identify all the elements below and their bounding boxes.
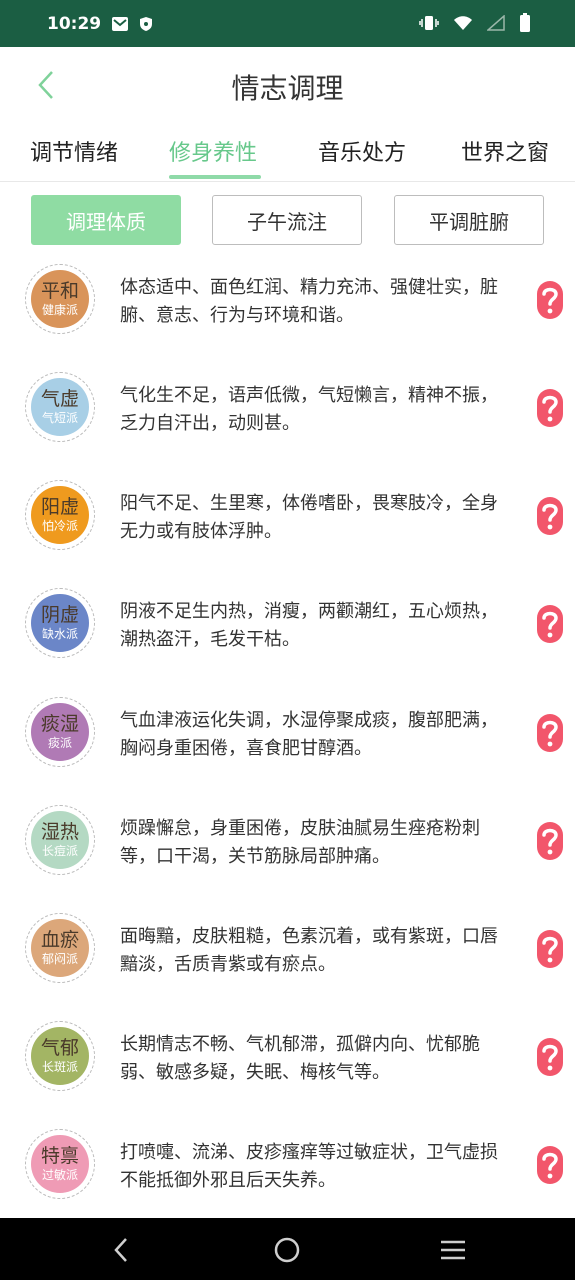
subtab-constitution[interactable]: 调理体质: [31, 195, 181, 245]
page-title: 情志调理: [231, 72, 344, 105]
constitution-badge: 痰湿 痰派: [25, 697, 95, 767]
constitution-tag: 痰派: [47, 736, 72, 750]
vibrate-icon: [419, 14, 439, 36]
constitution-description: 打喷嚏、流涕、皮疹瘙痒等过敏症状，卫气虚损不能抵御外邪且后天失养。: [120, 1142, 498, 1191]
constitution-description: 阴液不足生内热，消瘦，两颧潮红，五心烦热，潮热盗汗，毛发干枯。: [120, 601, 498, 650]
constitution-name: 湿热: [40, 821, 79, 843]
help-icon[interactable]: [536, 280, 564, 320]
active-tab-indicator: [169, 175, 261, 179]
constitution-badge-circle: 气郁 长斑派: [31, 1027, 89, 1085]
gmail-icon: [111, 16, 129, 32]
help-icon[interactable]: [536, 388, 564, 428]
help-icon[interactable]: [536, 1145, 564, 1185]
nav-home-icon: [274, 1237, 300, 1263]
constitution-name: 特禀: [40, 1145, 79, 1167]
constitution-row[interactable]: 气郁 长斑派 长期情志不畅、气机郁滞，孤僻内向、忧郁脆弱、敏感多疑，失眠、梅核气等。: [0, 1009, 575, 1117]
constitution-badge-circle: 血瘀 郁闷派: [31, 919, 89, 977]
tab-bar: 调节情绪 修身养性 音乐处方 世界之窗: [0, 125, 575, 182]
constitution-badge: 湿热 长痘派: [25, 805, 95, 875]
constitution-name: 痰湿: [40, 713, 79, 735]
tab-emotion-regulation[interactable]: 调节情绪: [30, 135, 118, 167]
constitution-badge: 阳虚 怕冷派: [25, 480, 95, 550]
constitution-name: 阴虚: [40, 604, 79, 626]
status-time: 10:29: [47, 13, 102, 34]
help-icon[interactable]: [536, 929, 564, 969]
constitution-tag: 过敏派: [41, 1168, 78, 1182]
constitution-name: 平和: [40, 280, 79, 302]
constitution-badge: 平和 健康派: [25, 264, 95, 334]
constitution-tag: 长斑派: [41, 1060, 78, 1074]
subtab-organ-balance[interactable]: 平调脏腑: [394, 195, 544, 245]
nav-home-button[interactable]: [270, 1233, 304, 1267]
status-bar: 10:29: [0, 0, 575, 47]
constitution-row[interactable]: 气虚 气短派 气化生不足，语声低微，气短懒言，精神不振，乏力自汗出，动则甚。: [0, 360, 575, 468]
help-icon[interactable]: [536, 1037, 564, 1077]
help-icon[interactable]: [536, 604, 564, 644]
wifi-icon: [453, 15, 473, 35]
nav-menu-icon: [441, 1240, 465, 1260]
constitution-row[interactable]: 平和 健康派 体态适中、面色红润、精力充沛、强健壮实，脏腑、意志、行为与环境和谐。: [0, 252, 575, 360]
battery-icon: [519, 13, 531, 37]
help-icon[interactable]: [536, 496, 564, 536]
nav-back-icon: [114, 1238, 127, 1262]
constitution-tag: 怕冷派: [41, 519, 78, 533]
constitution-description: 阳气不足、生里寒，体倦嗜卧，畏寒肢冷，全身无力或有肢体浮肿。: [120, 493, 498, 542]
constitution-description: 面晦黯，皮肤粗糙，色素沉着，或有紫斑，口唇黯淡，舌质青紫或有瘀点。: [120, 926, 498, 975]
constitution-row[interactable]: 阳虚 怕冷派 阳气不足、生里寒，体倦嗜卧，畏寒肢冷，全身无力或有肢体浮肿。: [0, 468, 575, 576]
constitution-row[interactable]: 痰湿 痰派 气血津液运化失调，水湿停聚成痰，腹部肥满，胸闷身重困倦，喜食肥甘醇酒。: [0, 685, 575, 793]
signal-icon: [486, 14, 505, 35]
constitution-badge: 血瘀 郁闷派: [25, 913, 95, 983]
constitution-row[interactable]: 血瘀 郁闷派 面晦黯，皮肤粗糙，色素沉着，或有紫斑，口唇黯淡，舌质青紫或有瘀点。: [0, 901, 575, 1009]
constitution-row[interactable]: 湿热 长痘派 烦躁懈怠，身重困倦，皮肤油腻易生痤疮粉刺等，口干渴，关节筋脉局部肿痛。: [0, 793, 575, 901]
shield-icon: [139, 16, 153, 32]
constitution-badge-circle: 阴虚 缺水派: [31, 594, 89, 652]
constitution-badge-circle: 阳虚 怕冷派: [31, 486, 89, 544]
constitution-tag: 郁闷派: [41, 952, 78, 966]
constitution-row[interactable]: 特禀 过敏派 打喷嚏、流涕、皮疹瘙痒等过敏症状，卫气虚损不能抵御外邪且后天失养。: [0, 1117, 575, 1225]
constitution-badge: 特禀 过敏派: [25, 1129, 95, 1199]
subtab-bar: 调理体质 子午流注 平调脏腑: [0, 195, 575, 247]
help-icon[interactable]: [536, 713, 564, 753]
system-nav-bar: [0, 1218, 575, 1280]
constitution-badge: 气郁 长斑派: [25, 1021, 95, 1091]
tab-world-window[interactable]: 世界之窗: [461, 135, 549, 167]
constitution-badge-circle: 特禀 过敏派: [31, 1135, 89, 1193]
constitution-description: 气血津液运化失调，水湿停聚成痰，腹部肥满，胸闷身重困倦，喜食肥甘醇酒。: [120, 710, 498, 759]
constitution-name: 血瘀: [40, 929, 79, 951]
constitution-description: 长期情志不畅、气机郁滞，孤僻内向、忧郁脆弱、敏感多疑，失眠、梅核气等。: [120, 1034, 480, 1083]
constitution-badge-circle: 气虚 气短派: [31, 378, 89, 436]
nav-back-button[interactable]: [104, 1233, 138, 1267]
constitution-badge: 气虚 气短派: [25, 372, 95, 442]
constitution-badge: 阴虚 缺水派: [25, 588, 95, 658]
constitution-badge-circle: 湿热 长痘派: [31, 811, 89, 869]
constitution-description: 烦躁懈怠，身重困倦，皮肤油腻易生痤疮粉刺等，口干渴，关节筋脉局部肿痛。: [120, 818, 480, 867]
constitution-tag: 缺水派: [41, 627, 78, 641]
tab-music-prescription[interactable]: 音乐处方: [318, 135, 406, 167]
constitution-row[interactable]: 阴虚 缺水派 阴液不足生内热，消瘦，两颧潮红，五心烦热，潮热盗汗，毛发干枯。: [0, 576, 575, 684]
constitution-badge-circle: 痰湿 痰派: [31, 703, 89, 761]
constitution-tag: 气短派: [41, 411, 78, 425]
header: 情志调理: [0, 47, 575, 125]
constitution-badge-circle: 平和 健康派: [31, 270, 89, 328]
constitution-description: 气化生不足，语声低微，气短懒言，精神不振，乏力自汗出，动则甚。: [120, 385, 498, 434]
constitution-tag: 长痘派: [41, 844, 78, 858]
constitution-description: 体态适中、面色红润、精力充沛、强健壮实，脏腑、意志、行为与环境和谐。: [120, 277, 498, 326]
constitution-tag: 健康派: [41, 303, 78, 317]
constitution-name: 气郁: [40, 1037, 79, 1059]
subtab-meridian-flow[interactable]: 子午流注: [212, 195, 362, 245]
constitution-name: 气虚: [40, 388, 79, 410]
tab-self-cultivation[interactable]: 修身养性: [169, 135, 257, 167]
nav-menu-button[interactable]: [436, 1233, 470, 1267]
constitution-name: 阳虚: [40, 496, 79, 518]
help-icon[interactable]: [536, 821, 564, 861]
